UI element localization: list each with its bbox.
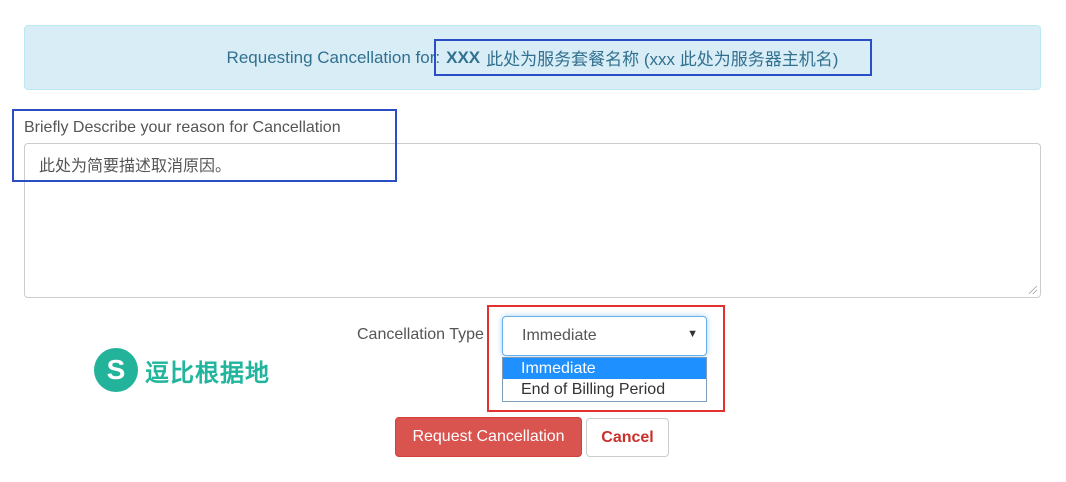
cancellation-info-alert: Requesting Cancellation for: XXX 此处为服务套餐… [24, 25, 1041, 90]
info-prefix: Requesting Cancellation for: [226, 47, 441, 67]
reason-label: Briefly Describe your reason for Cancell… [24, 119, 341, 136]
cancellation-type-value: Immediate [522, 327, 597, 344]
dropdown-arrow-icon: ▼ [687, 328, 698, 340]
reason-textarea[interactable]: 此处为简要描述取消原因。 [24, 143, 1041, 298]
request-cancellation-button[interactable]: Request Cancellation [395, 417, 582, 457]
cancellation-type-label: Cancellation Type [357, 326, 484, 343]
option-immediate[interactable]: Immediate [503, 358, 706, 379]
product-name: XXX [446, 47, 481, 67]
logo-text: 逗比根据地 [145, 359, 270, 387]
option-end-of-billing-period[interactable]: End of Billing Period [503, 379, 706, 400]
cancellation-type-options: Immediate End of Billing Period [502, 357, 707, 402]
reason-text: 此处为简要描述取消原因。 [39, 158, 232, 175]
product-details: 此处为服务套餐名称 (xxx 此处为服务器主机名) [486, 50, 839, 69]
resize-grip-icon[interactable] [1029, 286, 1037, 294]
cancellation-type-select[interactable]: Immediate ▼ [502, 316, 707, 356]
logo-icon: S [94, 348, 138, 392]
cancel-button[interactable]: Cancel [586, 418, 669, 457]
watermark-logo: S 逗比根据地 [94, 348, 270, 392]
